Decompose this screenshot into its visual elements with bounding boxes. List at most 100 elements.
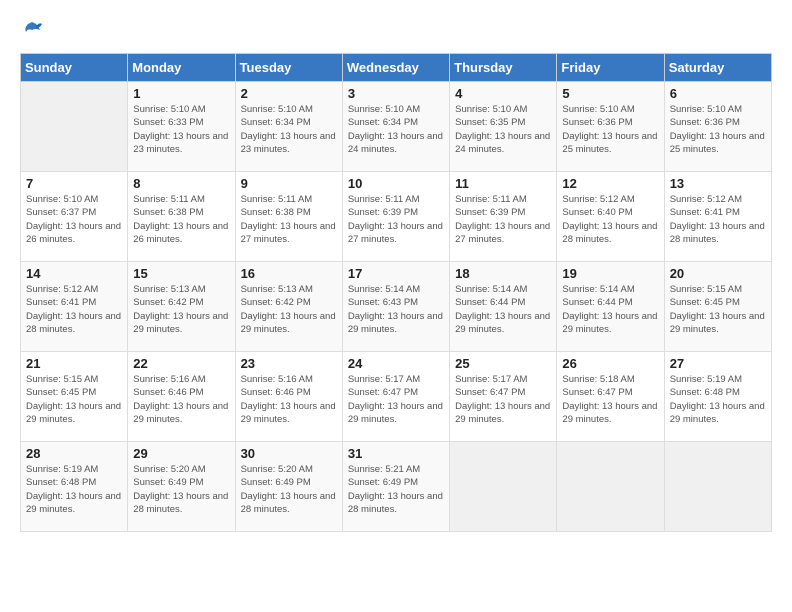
day-info: Sunrise: 5:12 AM Sunset: 6:41 PM Dayligh… <box>26 283 122 336</box>
day-info: Sunrise: 5:21 AM Sunset: 6:49 PM Dayligh… <box>348 463 444 516</box>
day-number: 16 <box>241 266 337 281</box>
calendar-cell: 27Sunrise: 5:19 AM Sunset: 6:48 PM Dayli… <box>664 352 771 442</box>
day-number: 1 <box>133 86 229 101</box>
day-number: 5 <box>562 86 658 101</box>
weekday-header: Thursday <box>450 54 557 82</box>
day-number: 20 <box>670 266 766 281</box>
calendar-cell: 16 Sunrise: 5:13 AM Sunset: 6:42 PM Dayli… <box>235 262 342 352</box>
day-number: 14 <box>26 266 122 281</box>
day-number: 21 <box>26 356 122 371</box>
calendar-cell: 1 Sunrise: 5:10 AM Sunset: 6:33 PM Daylig… <box>128 82 235 172</box>
day-number: 7 <box>26 176 122 191</box>
day-info: Sunrise: 5:10 AM Sunset: 6:34 PM Dayligh… <box>348 103 444 156</box>
calendar-table: SundayMondayTuesdayWednesdayThursdayFrid… <box>20 53 772 532</box>
calendar-cell <box>664 442 771 532</box>
logo-text <box>20 20 42 45</box>
calendar-week-row: 28Sunrise: 5:19 AM Sunset: 6:48 PM Dayli… <box>21 442 772 532</box>
day-number: 25 <box>455 356 551 371</box>
calendar-cell: 23 Sunrise: 5:16 AM Sunset: 6:46 PM Dayli… <box>235 352 342 442</box>
day-info: Sunrise: 5:18 AM Sunset: 6:47 PM Dayligh… <box>562 373 658 426</box>
day-number: 17 <box>348 266 444 281</box>
calendar-cell <box>21 82 128 172</box>
calendar-cell: 3 Sunrise: 5:10 AM Sunset: 6:34 PM Daylig… <box>342 82 449 172</box>
day-number: 13 <box>670 176 766 191</box>
weekday-header: Friday <box>557 54 664 82</box>
weekday-header: Wednesday <box>342 54 449 82</box>
day-info: Sunrise: 5:14 AM Sunset: 6:44 PM Dayligh… <box>455 283 551 336</box>
day-info: Sunrise: 5:14 AM Sunset: 6:43 PM Dayligh… <box>348 283 444 336</box>
calendar-cell: 21 Sunrise: 5:15 AM Sunset: 6:45 PM Dayli… <box>21 352 128 442</box>
calendar-cell: 17 Sunrise: 5:14 AM Sunset: 6:43 PM Dayli… <box>342 262 449 352</box>
calendar-cell: 22 Sunrise: 5:16 AM Sunset: 6:46 PM Dayli… <box>128 352 235 442</box>
day-number: 29 <box>133 446 229 461</box>
day-info: Sunrise: 5:16 AM Sunset: 6:46 PM Dayligh… <box>133 373 229 426</box>
day-info: Sunrise: 5:10 AM Sunset: 6:36 PM Dayligh… <box>562 103 658 156</box>
calendar-week-row: 1 Sunrise: 5:10 AM Sunset: 6:33 PM Daylig… <box>21 82 772 172</box>
calendar-cell: 25 Sunrise: 5:17 AM Sunset: 6:47 PM Dayli… <box>450 352 557 442</box>
calendar-cell: 12 Sunrise: 5:12 AM Sunset: 6:40 PM Dayli… <box>557 172 664 262</box>
weekday-header: Monday <box>128 54 235 82</box>
calendar-cell: 2 Sunrise: 5:10 AM Sunset: 6:34 PM Daylig… <box>235 82 342 172</box>
day-number: 23 <box>241 356 337 371</box>
day-info: Sunrise: 5:10 AM Sunset: 6:35 PM Dayligh… <box>455 103 551 156</box>
calendar-cell: 19Sunrise: 5:14 AM Sunset: 6:44 PM Dayli… <box>557 262 664 352</box>
calendar-week-row: 21 Sunrise: 5:15 AM Sunset: 6:45 PM Dayli… <box>21 352 772 442</box>
day-info: Sunrise: 5:13 AM Sunset: 6:42 PM Dayligh… <box>241 283 337 336</box>
day-info: Sunrise: 5:17 AM Sunset: 6:47 PM Dayligh… <box>455 373 551 426</box>
day-info: Sunrise: 5:20 AM Sunset: 6:49 PM Dayligh… <box>133 463 229 516</box>
calendar-cell: 29 Sunrise: 5:20 AM Sunset: 6:49 PM Dayli… <box>128 442 235 532</box>
day-info: Sunrise: 5:16 AM Sunset: 6:46 PM Dayligh… <box>241 373 337 426</box>
day-info: Sunrise: 5:19 AM Sunset: 6:48 PM Dayligh… <box>26 463 122 516</box>
day-number: 22 <box>133 356 229 371</box>
calendar-cell: 31Sunrise: 5:21 AM Sunset: 6:49 PM Dayli… <box>342 442 449 532</box>
calendar-cell: 13 Sunrise: 5:12 AM Sunset: 6:41 PM Dayli… <box>664 172 771 262</box>
calendar-week-row: 7 Sunrise: 5:10 AM Sunset: 6:37 PM Daylig… <box>21 172 772 262</box>
day-number: 9 <box>241 176 337 191</box>
calendar-cell: 26 Sunrise: 5:18 AM Sunset: 6:47 PM Dayli… <box>557 352 664 442</box>
day-info: Sunrise: 5:10 AM Sunset: 6:37 PM Dayligh… <box>26 193 122 246</box>
day-info: Sunrise: 5:14 AM Sunset: 6:44 PM Dayligh… <box>562 283 658 336</box>
day-number: 18 <box>455 266 551 281</box>
day-number: 10 <box>348 176 444 191</box>
day-number: 12 <box>562 176 658 191</box>
day-number: 30 <box>241 446 337 461</box>
weekday-header-row: SundayMondayTuesdayWednesdayThursdayFrid… <box>21 54 772 82</box>
day-info: Sunrise: 5:17 AM Sunset: 6:47 PM Dayligh… <box>348 373 444 426</box>
weekday-header: Tuesday <box>235 54 342 82</box>
day-number: 15 <box>133 266 229 281</box>
day-info: Sunrise: 5:15 AM Sunset: 6:45 PM Dayligh… <box>670 283 766 336</box>
weekday-header: Sunday <box>21 54 128 82</box>
day-info: Sunrise: 5:11 AM Sunset: 6:38 PM Dayligh… <box>133 193 229 246</box>
calendar-cell: 5 Sunrise: 5:10 AM Sunset: 6:36 PM Daylig… <box>557 82 664 172</box>
day-info: Sunrise: 5:10 AM Sunset: 6:34 PM Dayligh… <box>241 103 337 156</box>
day-number: 27 <box>670 356 766 371</box>
day-info: Sunrise: 5:11 AM Sunset: 6:39 PM Dayligh… <box>455 193 551 246</box>
day-info: Sunrise: 5:12 AM Sunset: 6:40 PM Dayligh… <box>562 193 658 246</box>
calendar-cell: 6Sunrise: 5:10 AM Sunset: 6:36 PM Daylig… <box>664 82 771 172</box>
day-number: 4 <box>455 86 551 101</box>
calendar-cell: 18 Sunrise: 5:14 AM Sunset: 6:44 PM Dayli… <box>450 262 557 352</box>
day-number: 3 <box>348 86 444 101</box>
day-info: Sunrise: 5:20 AM Sunset: 6:49 PM Dayligh… <box>241 463 337 516</box>
day-number: 2 <box>241 86 337 101</box>
calendar-cell: 11 Sunrise: 5:11 AM Sunset: 6:39 PM Dayli… <box>450 172 557 262</box>
calendar-cell: 8Sunrise: 5:11 AM Sunset: 6:38 PM Daylig… <box>128 172 235 262</box>
day-info: Sunrise: 5:10 AM Sunset: 6:33 PM Dayligh… <box>133 103 229 156</box>
calendar-cell: 28Sunrise: 5:19 AM Sunset: 6:48 PM Dayli… <box>21 442 128 532</box>
calendar-cell: 24Sunrise: 5:17 AM Sunset: 6:47 PM Dayli… <box>342 352 449 442</box>
day-info: Sunrise: 5:13 AM Sunset: 6:42 PM Dayligh… <box>133 283 229 336</box>
page-header <box>20 20 772 45</box>
day-number: 11 <box>455 176 551 191</box>
day-info: Sunrise: 5:10 AM Sunset: 6:36 PM Dayligh… <box>670 103 766 156</box>
weekday-header: Saturday <box>664 54 771 82</box>
day-number: 26 <box>562 356 658 371</box>
day-info: Sunrise: 5:12 AM Sunset: 6:41 PM Dayligh… <box>670 193 766 246</box>
calendar-cell: 14 Sunrise: 5:12 AM Sunset: 6:41 PM Dayli… <box>21 262 128 352</box>
calendar-cell <box>557 442 664 532</box>
calendar-cell: 15 Sunrise: 5:13 AM Sunset: 6:42 PM Dayli… <box>128 262 235 352</box>
calendar-cell: 9 Sunrise: 5:11 AM Sunset: 6:38 PM Daylig… <box>235 172 342 262</box>
day-info: Sunrise: 5:15 AM Sunset: 6:45 PM Dayligh… <box>26 373 122 426</box>
day-info: Sunrise: 5:11 AM Sunset: 6:38 PM Dayligh… <box>241 193 337 246</box>
calendar-cell: 4 Sunrise: 5:10 AM Sunset: 6:35 PM Daylig… <box>450 82 557 172</box>
calendar-cell: 20 Sunrise: 5:15 AM Sunset: 6:45 PM Dayli… <box>664 262 771 352</box>
